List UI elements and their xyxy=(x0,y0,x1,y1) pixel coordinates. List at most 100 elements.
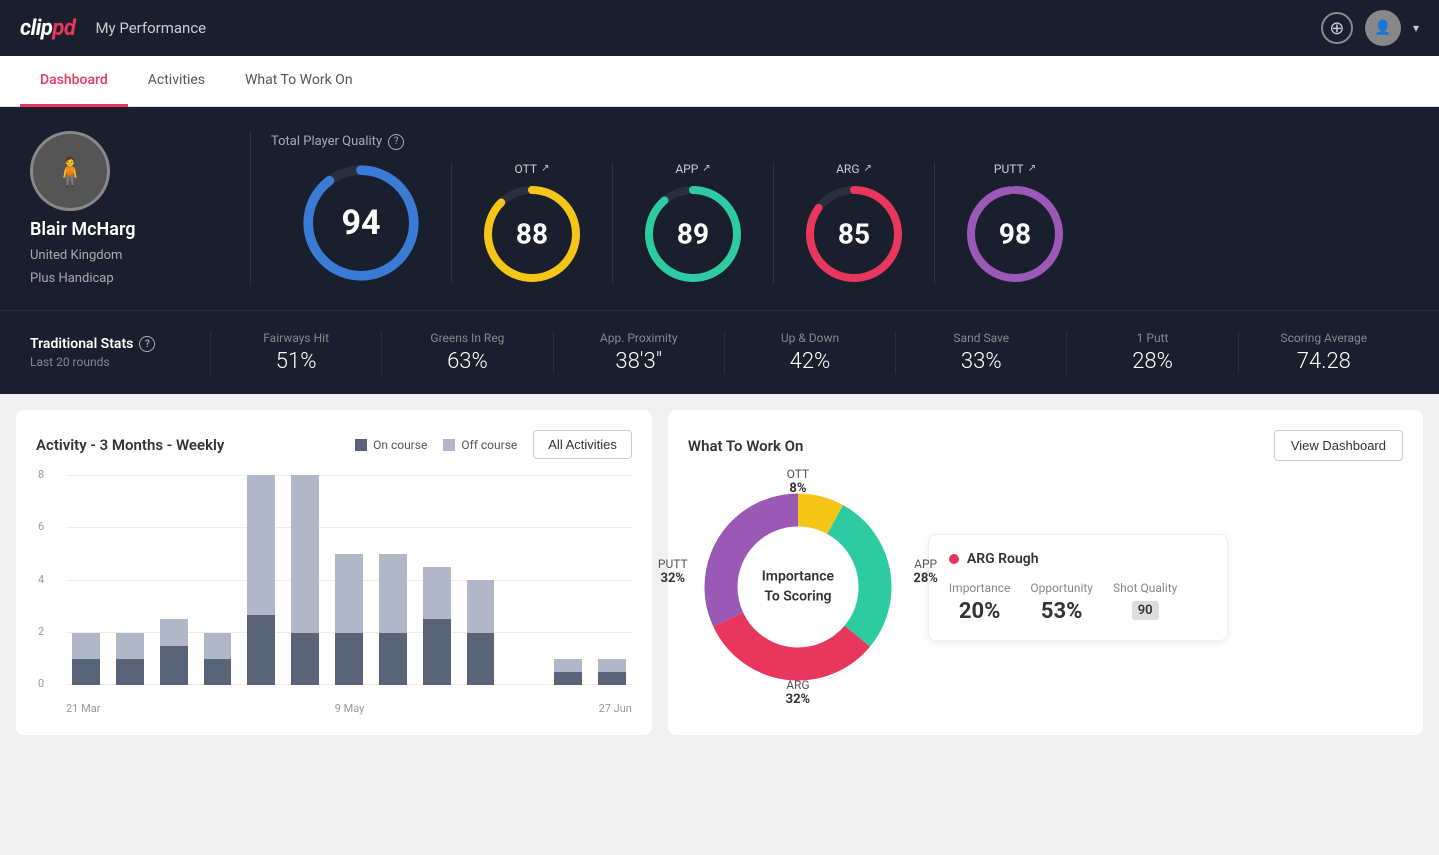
trad-stats-values: Fairways Hit 51% Greens In Reg 63% App. … xyxy=(210,331,1409,374)
chart-controls: On course Off course All Activities xyxy=(355,430,632,459)
gauge-value-overall: 94 xyxy=(341,203,380,243)
bar-off xyxy=(72,633,100,659)
all-activities-button[interactable]: All Activities xyxy=(533,430,632,459)
bar-group-11 xyxy=(548,475,588,685)
gauge-value-arg: 85 xyxy=(838,217,870,250)
segment-label-ott: OTT 8% xyxy=(787,467,810,496)
stat-sand-save: Sand Save 33% xyxy=(895,331,1066,374)
gauges-row: 94 OTT ↗ 88 AP xyxy=(271,162,1409,284)
gauge-label-putt: PUTT ↗ xyxy=(994,162,1036,176)
quality-section: Total Player Quality ? 94 OTT ↗ xyxy=(271,134,1409,284)
bars-container xyxy=(66,475,632,685)
bar-off xyxy=(160,619,188,645)
traditional-stats: Traditional Stats ? Last 20 rounds Fairw… xyxy=(0,310,1439,394)
trad-stats-label: Traditional Stats ? Last 20 rounds xyxy=(30,336,210,369)
gauge-label-arg: ARG ↗ xyxy=(836,162,872,176)
trad-stats-sub: Last 20 rounds xyxy=(30,355,210,369)
tab-what-to-work-on[interactable]: What To Work On xyxy=(225,56,373,107)
help-icon[interactable]: ? xyxy=(139,336,155,352)
activity-chart-card: Activity - 3 Months - Weekly On course O… xyxy=(16,410,652,735)
divider xyxy=(250,131,251,286)
stat-app-proximity: App. Proximity 38'3" xyxy=(553,331,724,374)
what-to-work-header: What To Work On View Dashboard xyxy=(688,430,1403,461)
stat-1-putt: 1 Putt 28% xyxy=(1066,331,1237,374)
x-label-jun: 27 Jun xyxy=(599,702,632,715)
bar-group-1 xyxy=(110,475,150,685)
activity-chart-title: Activity - 3 Months - Weekly xyxy=(36,436,224,454)
bar-group-4 xyxy=(241,475,281,685)
stat-up-down: Up & Down 42% xyxy=(724,331,895,374)
arg-box-title: ARG Rough xyxy=(949,551,1207,567)
arrow-up-icon: ↗ xyxy=(864,163,872,174)
trad-stats-title: Traditional Stats ? xyxy=(30,336,210,352)
gauge-circle-ott: 88 xyxy=(482,184,582,284)
bar-group-2 xyxy=(154,475,194,685)
square-off-icon xyxy=(443,439,455,451)
segment-label-putt: PUTT 32% xyxy=(658,557,688,586)
bar-on xyxy=(204,659,232,685)
bar-off xyxy=(335,554,363,633)
arg-opportunity: Opportunity 53% xyxy=(1030,581,1093,624)
header-title: My Performance xyxy=(95,19,1321,37)
bar-on xyxy=(598,672,626,685)
arrow-up-icon: ↗ xyxy=(541,163,549,174)
add-button[interactable]: ⊕ xyxy=(1321,12,1353,44)
avatar[interactable]: 👤 xyxy=(1365,10,1401,46)
bar-group-10 xyxy=(504,475,544,685)
arg-info-box: ARG Rough Importance 20% Opportunity 53%… xyxy=(928,534,1228,641)
tab-dashboard[interactable]: Dashboard xyxy=(20,56,128,107)
bar-off xyxy=(204,633,232,659)
arrow-up-icon: ↗ xyxy=(1028,163,1036,174)
bar-off xyxy=(598,659,626,672)
gauge-putt: PUTT ↗ 98 xyxy=(935,162,1095,284)
bar-on xyxy=(247,615,275,685)
x-label-mar: 21 Mar xyxy=(66,702,100,715)
gauge-value-app: 89 xyxy=(677,217,709,250)
segment-label-arg: ARG 32% xyxy=(786,678,811,707)
donut-wrapper: ImportanceTo Scoring OTT 8% APP 28% ARG … xyxy=(688,477,908,697)
gauge-value-ott: 88 xyxy=(516,217,548,250)
arg-importance: Importance 20% xyxy=(949,581,1010,624)
bar-group-9 xyxy=(461,475,501,685)
gauge-label-app: APP ↗ xyxy=(675,162,710,176)
bar-on xyxy=(72,659,100,685)
arg-dot-icon xyxy=(949,554,959,564)
arg-metrics: Importance 20% Opportunity 53% Shot Qual… xyxy=(949,581,1207,624)
tab-activities[interactable]: Activities xyxy=(128,56,225,107)
legend-on-course: On course xyxy=(355,438,427,452)
bar-on xyxy=(423,619,451,685)
nav-tabs: Dashboard Activities What To Work On xyxy=(0,56,1439,107)
gauge-circle-app: 89 xyxy=(643,184,743,284)
gauge-app: APP ↗ 89 xyxy=(613,162,774,284)
gauge-circle-putt: 98 xyxy=(965,184,1065,284)
player-country: United Kingdom xyxy=(30,248,122,263)
activity-chart-area: 8 6 4 2 0 xyxy=(36,475,632,715)
chart-legend: On course Off course xyxy=(355,438,517,452)
bar-on xyxy=(291,633,319,686)
stat-scoring-average: Scoring Average 74.28 xyxy=(1238,331,1409,374)
header-actions: ⊕ 👤 ▾ xyxy=(1321,10,1419,46)
quality-label: Total Player Quality ? xyxy=(271,134,1409,150)
bar-group-8 xyxy=(417,475,457,685)
shot-quality-badge: 90 xyxy=(1132,601,1159,620)
arrow-up-icon: ↗ xyxy=(702,163,710,174)
bar-on xyxy=(379,633,407,686)
legend-off-course: Off course xyxy=(443,438,517,452)
gauge-circle-arg: 85 xyxy=(804,184,904,284)
gauge-circle-overall: 94 xyxy=(301,163,421,283)
bar-on xyxy=(335,633,363,686)
bar-group-0 xyxy=(66,475,106,685)
view-dashboard-button[interactable]: View Dashboard xyxy=(1274,430,1403,461)
x-labels: 21 Mar 9 May 27 Jun xyxy=(66,702,632,715)
bottom-section: Activity - 3 Months - Weekly On course O… xyxy=(0,394,1439,751)
gauge-overall: 94 xyxy=(271,163,452,283)
player-name: Blair McHarg xyxy=(30,219,136,240)
activity-chart-header: Activity - 3 Months - Weekly On course O… xyxy=(36,430,632,459)
bar-off xyxy=(247,475,275,615)
bar-off xyxy=(116,633,144,659)
segment-label-app: APP 28% xyxy=(913,557,938,586)
bar-off xyxy=(467,580,495,633)
help-icon[interactable]: ? xyxy=(388,134,404,150)
gauge-arg: ARG ↗ 85 xyxy=(774,162,935,284)
bar-group-6 xyxy=(329,475,369,685)
